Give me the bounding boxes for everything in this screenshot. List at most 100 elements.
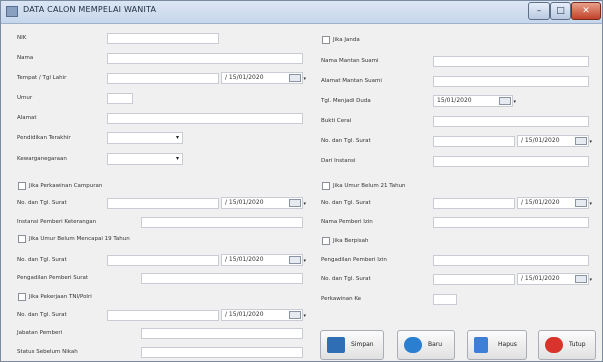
calendar-icon: ▾ — [289, 256, 306, 264]
tutup-button[interactable]: Tutup — [538, 330, 596, 360]
no-tgl-surat-5-label: No. dan Tgl. Surat — [321, 200, 371, 206]
no-surat-6-input[interactable] — [433, 274, 515, 285]
umur-19-label: Jika Umur Belum Mencapai 19 Tahun — [29, 236, 130, 242]
bukti-cerai-label: Bukti Cerai — [321, 118, 352, 124]
calendar-icon: ▾ — [289, 199, 306, 207]
perkawinan-campuran-checkbox[interactable] — [18, 182, 26, 190]
no-surat-3-input[interactable] — [107, 310, 219, 321]
minimize-icon: – — [536, 6, 542, 16]
calendar-icon: ▾ — [575, 199, 592, 207]
no-tgl-surat-6-label: No. dan Tgl. Surat — [321, 276, 371, 282]
perkawinan-campuran-label: Jika Perkawinan Campuran — [29, 183, 103, 189]
close-icon: ✕ — [582, 6, 590, 16]
no-surat-4-input[interactable] — [433, 136, 515, 147]
umur-19-checkbox[interactable] — [18, 235, 26, 243]
calendar-icon: ▾ — [289, 311, 306, 319]
no-tgl-surat-4-label: No. dan Tgl. Surat — [321, 138, 371, 144]
save-icon — [327, 337, 345, 353]
minimize-button[interactable]: – — [528, 2, 550, 20]
kewarganegaraan-select[interactable]: ▾ — [107, 153, 183, 165]
calendar-icon: ▾ — [575, 275, 592, 283]
app-icon — [6, 6, 18, 17]
maximize-icon: □ — [556, 6, 565, 16]
calendar-icon: ▾ — [575, 137, 592, 145]
perkawinan-ke-label: Perkawinan Ke — [321, 296, 362, 302]
tni-polri-checkbox[interactable] — [18, 293, 26, 301]
tgl-surat-5-value: / 15/01/2020 — [521, 199, 560, 206]
janda-label: Jika Janda — [333, 37, 360, 43]
ttl-label: Tempat / Tgl Lahir — [17, 75, 67, 81]
tgl-surat-5-picker[interactable]: / 15/01/2020 ▾ — [517, 197, 592, 209]
tgl-surat-6-picker[interactable]: / 15/01/2020 ▾ — [517, 273, 592, 285]
tgl-surat-6-value: / 15/01/2020 — [521, 275, 560, 282]
alamat-mantan-input[interactable] — [433, 76, 589, 87]
no-surat-1-input[interactable] — [107, 198, 219, 209]
berpisah-label: Jika Berpisah — [333, 238, 369, 244]
close-button[interactable]: ✕ — [571, 2, 601, 20]
tgl-surat-4-picker[interactable]: / 15/01/2020 ▾ — [517, 135, 592, 147]
maximize-button[interactable]: □ — [550, 2, 571, 20]
umur-label: Umur — [17, 95, 33, 101]
pengadilan-izin-label: Pengadilan Pemberi Izin — [321, 257, 387, 263]
pengadilan-izin-input[interactable] — [433, 255, 589, 266]
alamat-input[interactable] — [107, 113, 303, 124]
dari-instansi-label: Dari Instansi — [321, 158, 356, 164]
tgl-surat-2-picker[interactable]: / 15/01/2020 ▾ — [221, 254, 306, 266]
tgl-surat-4-value: / 15/01/2020 — [521, 137, 560, 144]
janda-checkbox[interactable] — [322, 36, 330, 44]
chevron-down-icon: ▾ — [175, 155, 179, 162]
tgl-surat-1-value: / 15/01/2020 — [225, 199, 264, 206]
tgl-surat-2-value: / 15/01/2020 — [225, 256, 264, 263]
no-tgl-surat-2-label: No. dan Tgl. Surat — [17, 257, 67, 263]
bukti-cerai-input[interactable] — [433, 116, 589, 127]
power-icon — [545, 337, 563, 353]
chevron-down-icon: ▾ — [175, 134, 179, 141]
no-surat-2-input[interactable] — [107, 255, 219, 266]
simpan-button[interactable]: Simpan — [320, 330, 384, 360]
pengadilan-surat-input[interactable] — [141, 273, 303, 284]
calendar-icon: ▾ — [289, 74, 306, 82]
jabatan-input[interactable] — [141, 328, 303, 339]
tgl-lahir-picker[interactable]: / 15/01/2020 ▾ — [221, 72, 306, 84]
tgl-surat-1-picker[interactable]: / 15/01/2020 ▾ — [221, 197, 306, 209]
refresh-icon — [404, 337, 422, 353]
berpisah-checkbox[interactable] — [322, 237, 330, 245]
nama-input[interactable] — [107, 53, 303, 64]
tgl-duda-picker[interactable]: 15/01/2020 ▾ — [433, 95, 516, 107]
nik-input[interactable] — [107, 33, 219, 44]
kewarganegaraan-label: Kewarganegaraan — [17, 156, 67, 162]
alamat-label: Alamat — [17, 115, 37, 121]
jabatan-label: Jabatan Pemberi — [17, 330, 63, 336]
nama-mantan-label: Nama Mantan Suami — [321, 58, 379, 64]
baru-button[interactable]: Baru — [397, 330, 455, 360]
hapus-label: Hapus — [498, 341, 517, 348]
simpan-label: Simpan — [351, 341, 374, 348]
pemberi-izin-input[interactable] — [433, 217, 589, 228]
nama-label: Nama — [17, 55, 34, 61]
tgl-surat-3-value: / 15/01/2020 — [225, 311, 264, 318]
pengadilan-surat-label: Pengadilan Pemberi Surat — [17, 275, 89, 281]
form-window: DATA CALON MEMPELAI WANITA – □ ✕ NIK Nam… — [0, 0, 603, 362]
perkawinan-ke-input[interactable] — [433, 294, 457, 305]
no-tgl-surat-1-label: No. dan Tgl. Surat — [17, 200, 67, 206]
title-bar: DATA CALON MEMPELAI WANITA – □ ✕ — [1, 1, 602, 24]
tgl-surat-3-picker[interactable]: / 15/01/2020 ▾ — [221, 309, 306, 321]
umur-input[interactable] — [107, 93, 133, 104]
baru-label: Baru — [428, 341, 443, 348]
pendidikan-select[interactable]: ▾ — [107, 132, 183, 144]
tgl-lahir-value: / 15/01/2020 — [225, 74, 264, 81]
nama-mantan-input[interactable] — [433, 56, 589, 67]
tutup-label: Tutup — [569, 341, 586, 348]
pendidikan-label: Pendidikan Terakhir — [17, 135, 71, 141]
instansi-input[interactable] — [141, 217, 303, 228]
umur-21-label: Jika Umur Belum 21 Tahun — [333, 183, 406, 189]
dari-instansi-input[interactable] — [433, 156, 589, 167]
no-surat-5-input[interactable] — [433, 198, 515, 209]
status-label: Status Sebelum Nikah — [17, 349, 78, 355]
status-input[interactable] — [141, 347, 303, 358]
no-tgl-surat-3-label: No. dan Tgl. Surat — [17, 312, 67, 318]
tempat-lahir-input[interactable] — [107, 73, 219, 84]
nik-label: NIK — [17, 35, 27, 41]
umur-21-checkbox[interactable] — [322, 182, 330, 190]
hapus-button[interactable]: Hapus — [467, 330, 527, 360]
